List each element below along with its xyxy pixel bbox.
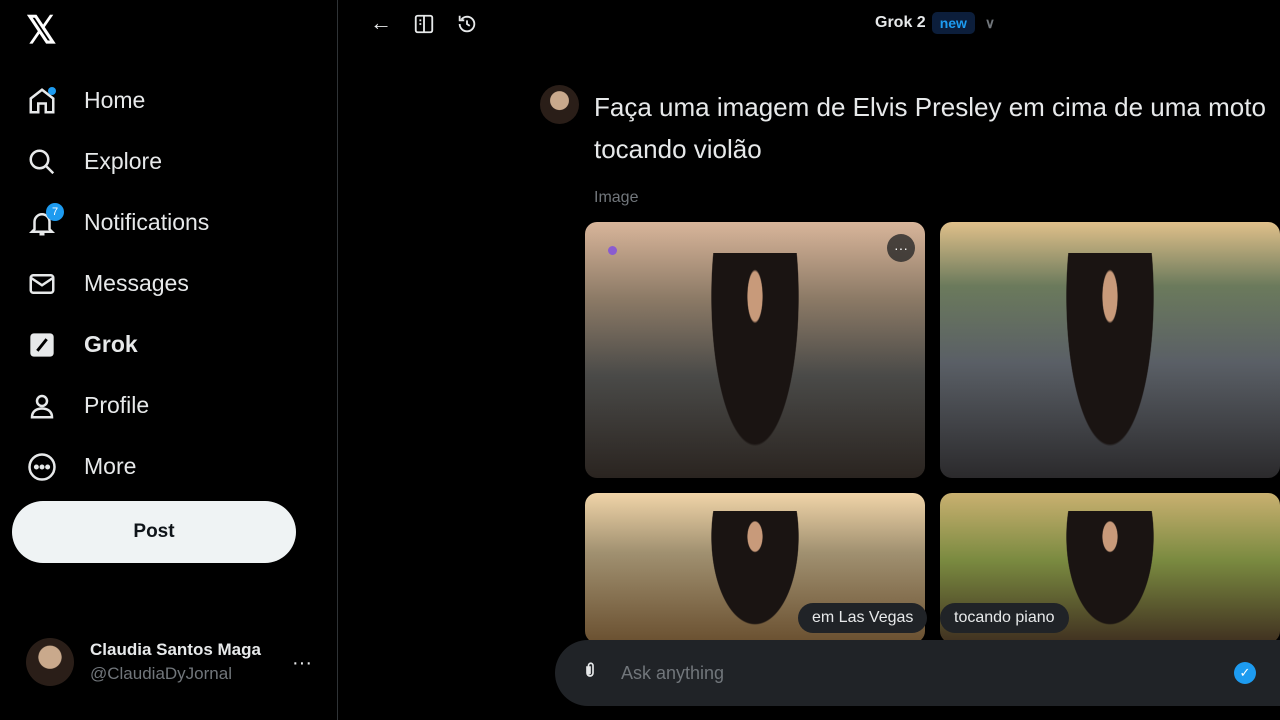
nav-more[interactable]: More (26, 436, 209, 497)
nav-explore[interactable]: Explore (26, 131, 209, 192)
account-more-icon[interactable]: ··· (292, 652, 312, 675)
person-icon (26, 390, 58, 422)
back-arrow-icon[interactable]: ← (370, 10, 392, 36)
more-icon[interactable]: ··· (887, 234, 915, 262)
nav-grok[interactable]: Grok (26, 314, 209, 375)
generated-image-1[interactable]: ··· (585, 222, 925, 478)
bell-icon: 7 (26, 202, 64, 239)
ask-input[interactable] (621, 662, 1234, 684)
check-icon[interactable]: ✓ (1234, 662, 1256, 684)
generated-image-2[interactable] (940, 222, 1280, 478)
grok-icon (26, 329, 58, 361)
nav-label: More (84, 453, 137, 479)
nav-profile[interactable]: Profile (26, 375, 209, 436)
user-handle: @ClaudiaDyJornal (90, 664, 232, 683)
nav-home[interactable]: Home (26, 70, 209, 131)
history-icon[interactable] (456, 13, 478, 41)
paperclip-icon[interactable] (581, 659, 599, 687)
user-message: Faça uma imagem de Elvis Presley em cima… (594, 92, 1266, 164)
sidebar-toggle-icon[interactable] (413, 13, 435, 41)
nav-label: Home (84, 87, 146, 113)
x-logo[interactable]: 𝕏 (26, 8, 57, 53)
nav-label: Explore (84, 148, 162, 174)
post-button[interactable]: Post (12, 501, 296, 563)
account-switcher[interactable]: Claudia Santos Maga @ClaudiaDyJornal (26, 638, 261, 686)
user-avatar (540, 85, 579, 124)
sidebar: 𝕏 Home Explore 7 Notifications Messages … (0, 0, 338, 720)
search-icon (26, 146, 58, 178)
composer: ✓ (555, 640, 1280, 706)
notification-badge: 7 (46, 202, 64, 221)
nav-notifications[interactable]: 7 Notifications (26, 192, 209, 253)
model-selector[interactable]: Grok 2 new ∨ (875, 12, 995, 34)
nav-label: Grok (84, 331, 138, 357)
home-icon (26, 85, 58, 117)
nav-messages[interactable]: Messages (26, 253, 209, 314)
main-nav: Home Explore 7 Notifications Messages Gr… (26, 70, 209, 497)
suggestion-chip[interactable]: tocando piano (940, 603, 1069, 633)
image-label: Image (594, 189, 639, 206)
nav-label: Messages (84, 270, 189, 296)
nav-label: Profile (84, 392, 150, 418)
model-name: Grok 2 (875, 14, 926, 31)
more-circle-icon (26, 451, 58, 483)
mail-icon (26, 268, 58, 300)
chevron-down-icon: ∨ (984, 14, 996, 31)
suggestion-chip[interactable]: em Las Vegas (798, 603, 928, 633)
user-name: Claudia Santos Maga (90, 640, 261, 659)
avatar (26, 638, 74, 686)
new-badge: new (931, 12, 975, 34)
nav-label: Notifications (84, 209, 210, 235)
